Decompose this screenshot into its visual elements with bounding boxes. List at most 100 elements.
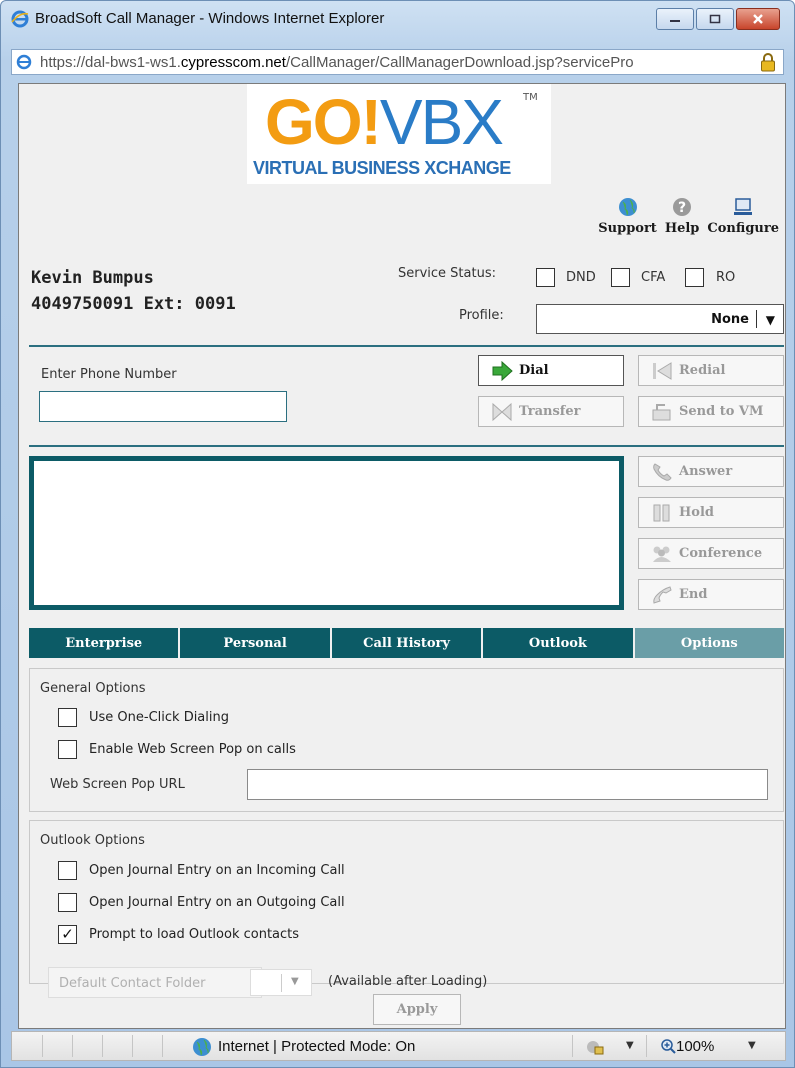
globe-icon [618,198,637,216]
logo-wordmark: GO!VBX [265,86,504,158]
transfer-icon [492,402,512,421]
prompt-contacts-checkbox[interactable]: ✓ [58,925,77,944]
profile-separator [756,310,757,328]
tab-options[interactable]: Options [634,628,785,658]
contact-folder-dropdown[interactable]: ▼ [250,969,312,996]
tab-call-history[interactable]: Call History [331,628,482,658]
divider [29,445,784,447]
svg-text:?: ? [678,200,686,216]
status-divider [162,1035,163,1057]
journal-outgoing-checkbox[interactable] [58,893,77,912]
logo-subtitle: VIRTUAL BUSINESS XCHANGE [253,158,511,178]
dropdown-separator [281,974,282,992]
dnd-checkbox[interactable] [536,268,555,287]
user-name: Kevin Bumpus [31,268,154,288]
folder-availability-note: (Available after Loading) [328,974,488,989]
security-zone-text: Internet | Protected Mode: On [218,1038,416,1055]
help-icon: ? [673,198,692,216]
top-links: Support ? Help Configure [598,196,779,236]
journal-outgoing-option: Open Journal Entry on an Outgoing Call [58,893,345,912]
screen-pop-url-label: Web Screen Pop URL [50,777,185,792]
govbx-logo: GO!VBX TM VIRTUAL BUSINESS XCHANGE [247,84,551,184]
redial-icon [653,361,672,380]
chevron-down-icon: ▼ [291,976,299,987]
hold-button[interactable]: Hold [638,497,784,528]
window-title: BroadSoft Call Manager - Windows Interne… [35,10,385,27]
dnd-label: DND [566,270,596,285]
maximize-icon [709,14,721,24]
voicemail-icon [652,403,671,420]
maximize-button[interactable] [696,8,734,30]
status-divider [102,1035,103,1057]
chevron-down-icon[interactable]: ▼ [626,1040,634,1051]
journal-incoming-checkbox[interactable] [58,861,77,880]
tab-enterprise[interactable]: Enterprise [29,628,179,658]
cfa-label: CFA [641,270,666,285]
status-divider [132,1035,133,1057]
phone-number-label: Enter Phone Number [41,367,177,382]
contact-folder-select[interactable]: Default Contact Folder [48,967,262,998]
call-display-panel [29,456,624,610]
tab-personal[interactable]: Personal [180,628,330,658]
screen-pop-label: Enable Web Screen Pop on calls [89,742,296,757]
general-options-panel: General Options Use One-Click Dialing En… [29,668,784,812]
checkmark-icon: ✓ [61,925,74,943]
apply-button[interactable]: Apply [373,994,461,1025]
window-controls [656,8,780,30]
send-to-vm-button[interactable]: Send to VM [638,396,784,427]
prompt-contacts-label: Prompt to load Outlook contacts [89,927,300,942]
zoom-level[interactable]: 100% [676,1038,714,1055]
answer-button[interactable]: Answer [638,456,784,487]
journal-outgoing-label: Open Journal Entry on an Outgoing Call [89,895,345,910]
prompt-contacts-option: ✓ Prompt to load Outlook contacts [58,925,299,944]
profile-select[interactable]: None ▼ [536,304,784,334]
transfer-button[interactable]: Transfer [478,396,624,427]
group-icon [653,546,671,562]
pause-icon [653,504,670,521]
journal-incoming-option: Open Journal Entry on an Incoming Call [58,861,345,880]
address-text: https://dal-bws1-ws1.cypresscom.net/Call… [40,54,634,71]
phone-icon [653,462,672,481]
logo-trademark: TM [523,92,538,103]
status-divider [646,1035,647,1057]
outlook-options-title: Outlook Options [40,833,145,848]
zoom-icon[interactable] [660,1038,676,1054]
title-bar: BroadSoft Call Manager - Windows Interne… [1,1,794,39]
chevron-down-icon[interactable]: ▼ [748,1040,756,1051]
profile-label: Profile: [459,308,504,323]
service-status-label: Service Status: [398,266,496,281]
end-button[interactable]: End [638,579,784,610]
computer-icon [734,198,753,215]
tab-outlook[interactable]: Outlook [483,628,633,658]
ro-checkbox[interactable] [685,268,704,287]
screen-pop-checkbox[interactable] [58,740,77,759]
support-link[interactable]: Support [598,196,657,236]
chevron-down-icon: ▼ [765,313,775,327]
lock-icon[interactable] [759,52,777,72]
one-click-option: Use One-Click Dialing [58,708,229,727]
configure-link[interactable]: Configure [707,196,779,236]
address-bar[interactable]: https://dal-bws1-ws1.cypresscom.net/Call… [11,49,784,75]
conference-button[interactable]: Conference [638,538,784,569]
status-divider [42,1035,43,1057]
phone-number-input[interactable] [39,391,287,422]
close-button[interactable] [736,8,780,30]
close-icon [753,14,763,24]
protected-mode-icon[interactable] [586,1038,604,1056]
status-divider [572,1035,573,1057]
journal-incoming-label: Open Journal Entry on an Incoming Call [89,863,345,878]
minimize-button[interactable] [656,8,694,30]
outlook-options-panel: Outlook Options Open Journal Entry on an… [29,820,784,998]
tab-bar: Enterprise Personal Call History Outlook… [29,628,785,658]
cfa-checkbox[interactable] [611,268,630,287]
help-link[interactable]: ? Help [665,196,699,236]
status-divider [72,1035,73,1057]
page-icon [16,54,32,70]
one-click-checkbox[interactable] [58,708,77,727]
redial-button[interactable]: Redial [638,355,784,386]
browser-window: BroadSoft Call Manager - Windows Interne… [0,0,795,1068]
dial-button[interactable]: Dial [478,355,624,386]
ie-logo-icon [11,10,29,28]
hangup-icon [653,585,672,604]
screen-pop-url-input[interactable] [247,769,768,800]
